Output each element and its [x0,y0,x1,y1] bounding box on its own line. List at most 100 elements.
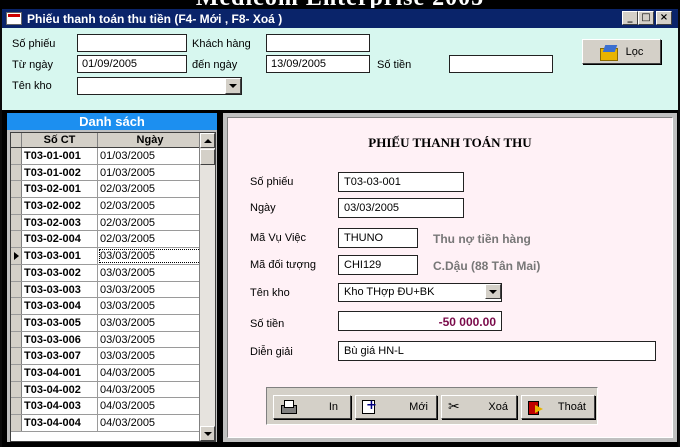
delete-button[interactable]: ✂ Xoá [441,395,517,419]
scroll-down-button[interactable] [200,426,215,441]
so-tien-input[interactable]: -50 000.00 [338,311,502,331]
cell-so-ct[interactable]: T03-01-002 [22,164,98,181]
cell-ngay[interactable]: 03/03/2005 [98,348,202,364]
row-indicator[interactable] [11,348,22,364]
table-row[interactable]: T03-02-002 02/03/2005 [11,198,215,215]
table-row[interactable]: T03-04-003 04/03/2005 [11,398,215,415]
cell-so-ct[interactable]: T03-04-001 [22,364,98,381]
cell-ngay[interactable]: 03/03/2005 [98,332,202,348]
table-row[interactable]: T03-04-004 04/03/2005 [11,415,215,432]
cell-so-ct[interactable]: T03-04-002 [22,381,98,398]
cell-so-ct[interactable]: T03-02-001 [22,181,98,198]
cell-so-ct[interactable]: T03-03-002 [22,264,98,281]
row-indicator[interactable] [11,331,22,348]
new-button[interactable]: Mới [355,395,437,419]
column-header-so-ct[interactable]: Số CT [22,133,98,147]
row-indicator[interactable] [11,298,22,314]
table-row[interactable]: T03-03-001 03/03/2005 [11,248,215,265]
title-bar[interactable]: Phiếu thanh toán thu tiền (F4- Mới , F8-… [2,9,678,28]
column-header-ngay[interactable]: Ngày [98,133,202,147]
row-indicator[interactable] [11,148,22,164]
table-row[interactable]: T03-03-002 03/03/2005 [11,264,215,282]
row-pointer-icon[interactable] [11,248,22,264]
cell-ngay[interactable]: 03/03/2005 [98,315,202,331]
cell-so-ct[interactable]: T03-02-002 [22,198,98,214]
cell-so-ct[interactable]: T03-04-004 [22,415,98,431]
row-indicator[interactable] [11,164,22,181]
cell-ngay[interactable]: 04/03/2005 [98,382,202,398]
table-row[interactable]: T03-03-003 03/03/2005 [11,281,215,299]
cell-ngay[interactable]: 03/03/2005 [98,298,202,314]
cell-ngay[interactable]: 02/03/2005 [98,215,202,231]
filter-so-phieu-input[interactable] [77,34,187,52]
cell-so-ct[interactable]: T03-04-003 [22,398,98,414]
row-indicator[interactable] [11,198,22,214]
cell-so-ct[interactable]: T03-03-004 [22,298,98,314]
cell-ngay[interactable]: 02/03/2005 [98,198,202,214]
row-indicator[interactable] [11,314,22,331]
chevron-down-icon[interactable] [485,284,501,299]
loc-button[interactable]: Lọc [582,39,661,64]
filter-khach-hang-input[interactable] [266,34,370,52]
cell-ngay[interactable]: 01/03/2005 [98,165,202,181]
so-phieu-input[interactable]: T03-03-001 [338,172,464,192]
row-indicator[interactable] [11,264,22,281]
row-indicator[interactable] [11,214,22,231]
filter-tu-ngay-input[interactable]: 01/09/2005 [77,55,187,73]
cell-ngay[interactable]: 01/03/2005 [98,148,202,164]
filter-den-ngay-input[interactable]: 13/09/2005 [266,55,370,73]
row-indicator[interactable] [11,398,22,414]
table-row[interactable]: T03-02-004 02/03/2005 [11,231,215,249]
document-grid[interactable]: Số CT Ngày T03-01-001 01/03/2005 T03-01-00… [10,132,216,442]
row-indicator[interactable] [11,281,22,298]
row-indicator[interactable] [11,364,22,381]
app-icon[interactable] [6,12,22,25]
ma-doi-tuong-input[interactable]: CHI129 [338,255,418,275]
chevron-down-icon[interactable] [225,78,241,94]
table-row[interactable]: T03-04-002 04/03/2005 [11,381,215,399]
table-row[interactable]: T03-02-003 02/03/2005 [11,214,215,232]
cell-ngay[interactable]: 04/03/2005 [98,398,202,414]
cell-so-ct[interactable]: T03-03-005 [22,314,98,331]
cell-so-ct[interactable]: T03-03-003 [22,281,98,298]
filter-so-tien-input[interactable] [449,55,553,73]
scroll-thumb[interactable] [200,149,215,165]
maximize-button[interactable]: □ [638,11,654,25]
cell-ngay[interactable]: 03/03/2005 [98,282,202,298]
cell-ngay[interactable]: 02/03/2005 [98,231,202,247]
ten-kho-select[interactable]: Kho THợp ĐU+BK [338,283,502,302]
dien-giai-input[interactable]: Bù giá HN-L [338,341,656,361]
cell-so-ct[interactable]: T03-01-001 [22,148,98,164]
table-row[interactable]: T03-03-005 03/03/2005 [11,314,215,332]
cell-so-ct[interactable]: T03-03-001 [22,248,98,264]
table-row[interactable]: T03-01-002 01/03/2005 [11,164,215,182]
row-indicator[interactable] [11,381,22,398]
table-row[interactable]: T03-03-006 03/03/2005 [11,331,215,349]
cell-ngay[interactable]: 03/03/2005 [98,265,202,281]
scroll-up-button[interactable] [200,133,215,148]
cell-so-ct[interactable]: T03-03-006 [22,331,98,348]
ma-vu-viec-input[interactable]: THUNO [338,228,418,248]
close-button[interactable]: × [656,11,672,25]
table-row[interactable]: T03-02-001 02/03/2005 [11,181,215,199]
list-scrollbar[interactable] [199,133,215,441]
cell-ngay[interactable]: 04/03/2005 [98,415,202,431]
cell-so-ct[interactable]: T03-02-004 [22,231,98,248]
row-indicator[interactable] [11,231,22,248]
row-indicator[interactable] [11,415,22,431]
cell-so-ct[interactable]: T03-02-003 [22,214,98,231]
exit-button[interactable]: Thoát [521,395,595,419]
cell-ngay[interactable]: 04/03/2005 [98,365,202,381]
cell-so-ct[interactable]: T03-03-007 [22,348,98,364]
table-row[interactable]: T03-03-007 03/03/2005 [11,348,215,365]
print-button[interactable]: In [273,395,351,419]
table-row[interactable]: T03-03-004 03/03/2005 [11,298,215,315]
ngay-input[interactable]: 03/03/2005 [338,198,464,218]
table-row[interactable]: T03-04-001 04/03/2005 [11,364,215,382]
table-row[interactable]: T03-01-001 01/03/2005 [11,148,215,165]
cell-ngay[interactable]: 02/03/2005 [98,181,202,197]
filter-ten-kho-select[interactable] [77,77,242,95]
row-indicator[interactable] [11,181,22,198]
cell-ngay[interactable]: 03/03/2005 [98,248,202,264]
minimize-button[interactable]: _ [622,11,638,25]
